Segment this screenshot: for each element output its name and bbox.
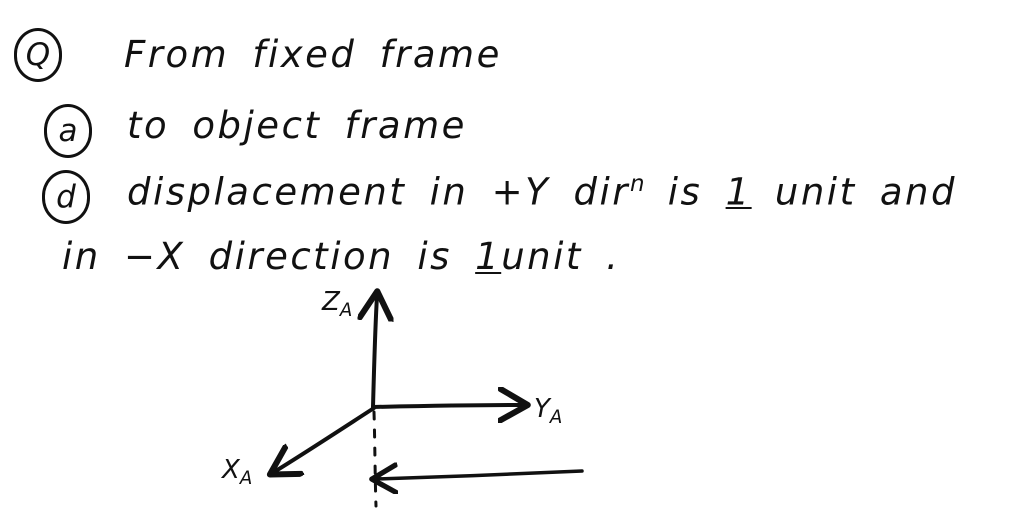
note-line-1: From fixed frame <box>124 33 502 76</box>
note-page: Q From fixed frame a to object frame d d… <box>0 0 1024 512</box>
note-line-4: in −X direction is 1unit . <box>62 238 620 275</box>
y-axis-line <box>371 405 523 407</box>
z-axis-label-subscript: A <box>339 300 353 322</box>
note-line-4-segment-a: in −X direction is <box>62 235 452 278</box>
note-line-4-quantity: 1 <box>475 235 502 278</box>
question-marker: Q <box>14 28 62 82</box>
note-line-3-segment-b: is <box>667 170 703 214</box>
z-axis-label: ZA <box>322 287 352 321</box>
part-a-marker: a <box>44 104 92 158</box>
z-axis-line <box>373 296 377 409</box>
z-axis-label-letter: Z <box>322 287 340 317</box>
note-line-3-quantity: 1 <box>725 170 752 214</box>
y-axis-label: YA <box>534 394 562 428</box>
note-line-3-segment-c: unit and <box>774 170 957 214</box>
note-line-3-superscript: n <box>629 171 645 197</box>
y-axis-label-letter: Y <box>534 394 550 424</box>
x-axis-line <box>274 406 376 472</box>
x-axis-label-letter: X <box>222 455 240 485</box>
x-axis-label: XA <box>222 455 252 489</box>
displacement-arrow-line <box>376 471 584 479</box>
part-d-marker: d <box>42 170 90 224</box>
y-axis-label-subscript: A <box>549 407 563 429</box>
note-line-4-segment-b: unit . <box>501 235 621 278</box>
note-line-3: displacement in +Y dirn is 1 unit and <box>127 170 957 214</box>
note-line-2: to object frame <box>127 104 467 147</box>
vertical-dashed-guide <box>372 410 378 508</box>
note-line-3-segment-a: displacement in +Y dir <box>127 170 630 214</box>
x-axis-label-subscript: A <box>239 468 253 490</box>
